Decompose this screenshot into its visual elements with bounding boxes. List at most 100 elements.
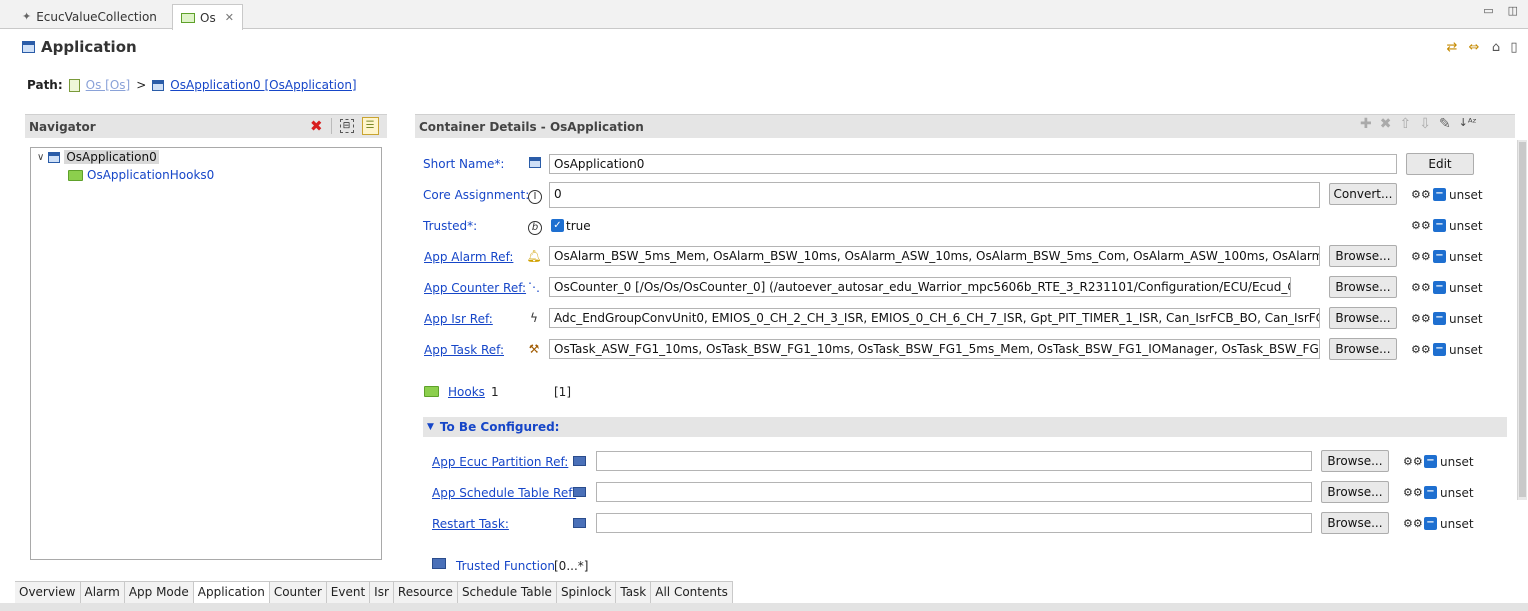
gears-icon[interactable]: ⚙⚙ — [1411, 218, 1431, 234]
link-icon[interactable]: ⇔ — [1466, 40, 1482, 56]
browse-button[interactable]: Browse... — [1321, 481, 1389, 503]
app-counter-ref-input[interactable]: OsCounter_0 [/Os/Os/OsCounter_0] (/autoe… — [549, 277, 1291, 297]
tab-spinlock[interactable]: Spinlock — [557, 582, 617, 603]
maximize-icon[interactable]: ◫ — [1508, 4, 1518, 17]
sync-icon[interactable]: ⇄ — [1444, 40, 1460, 56]
app-ecuc-partition-ref-input[interactable] — [596, 451, 1312, 471]
container-details-toolbar: ✚ ✖ ⇧ ⇩ ✎ ↓ᴬᶻ — [1360, 116, 1477, 132]
restart-task-input[interactable] — [596, 513, 1312, 533]
short-name-input[interactable]: OsApplication0 — [549, 154, 1397, 174]
app-task-ref-input[interactable]: OsTask_ASW_FG1_10ms, OsTask_BSW_FG1_10ms… — [549, 339, 1320, 359]
tab-isr[interactable]: Isr — [370, 582, 394, 603]
gears-icon[interactable]: ⚙⚙ — [1403, 485, 1423, 501]
path-label: Path: — [27, 78, 63, 92]
tab-ecuc-value-collection[interactable]: ✦ EcucValueCollection — [14, 4, 165, 29]
close-icon[interactable]: ✕ — [225, 11, 234, 24]
tab-app-mode[interactable]: App Mode — [125, 582, 194, 603]
tab-overview[interactable]: Overview — [15, 582, 81, 603]
container-details-header: Container Details - OsApplication — [415, 114, 1515, 138]
tab-schedule-table[interactable]: Schedule Table — [458, 582, 557, 603]
app-alarm-ref-input[interactable]: OsAlarm_BSW_5ms_Mem, OsAlarm_BSW_10ms, O… — [549, 246, 1320, 266]
toolbar-overflow-icon[interactable]: ▯ — [1510, 40, 1518, 56]
app-alarm-ref-label[interactable]: App Alarm Ref: — [424, 248, 513, 266]
browse-button[interactable]: Browse... — [1321, 512, 1389, 534]
gears-icon[interactable]: ⚙⚙ — [1411, 187, 1431, 203]
unset-toggle[interactable]: − — [1424, 455, 1437, 468]
home-icon[interactable]: ⌂ — [1488, 40, 1504, 56]
hooks-count: 1 — [491, 385, 499, 399]
browse-button[interactable]: Browse... — [1329, 245, 1397, 267]
browse-button[interactable]: Browse... — [1329, 307, 1397, 329]
navigator-tree — [30, 147, 382, 560]
to-be-configured-section[interactable]: ▼ To Be Configured: — [423, 417, 1507, 437]
gears-icon[interactable]: ⚙⚙ — [1403, 516, 1423, 532]
hooks-link[interactable]: Hooks — [448, 383, 485, 401]
delete-icon[interactable]: ✖ — [310, 117, 323, 135]
folder-link-icon — [571, 454, 587, 470]
scrollbar-thumb[interactable] — [1519, 142, 1526, 497]
unset-label: unset — [1449, 343, 1483, 357]
gears-icon[interactable]: ⚙⚙ — [1411, 342, 1431, 358]
edit-icon[interactable]: ✎ — [1439, 116, 1451, 132]
unset-label: unset — [1449, 188, 1483, 202]
unset-toggle[interactable]: − — [1433, 188, 1446, 201]
move-up-icon[interactable]: ⇧ — [1399, 116, 1411, 132]
move-down-icon[interactable]: ⇩ — [1419, 116, 1431, 132]
unset-toggle[interactable]: − — [1433, 281, 1446, 294]
convert-button[interactable]: Convert... — [1329, 183, 1397, 205]
container-details-title: Container Details - OsApplication — [419, 119, 644, 134]
edit-button[interactable]: Edit — [1406, 153, 1474, 175]
minimize-icon[interactable]: ▭ — [1483, 4, 1493, 17]
tree-item-os-application-hooks[interactable]: OsApplicationHooks0 — [68, 168, 214, 182]
triangle-down-icon[interactable]: ▼ — [427, 422, 434, 432]
collapse-all-icon[interactable]: ⊟ — [339, 119, 354, 133]
navigator-toolbar: ✖ ⊟ ☰ — [310, 117, 379, 135]
tab-resource[interactable]: Resource — [394, 582, 458, 603]
browse-button[interactable]: Browse... — [1321, 450, 1389, 472]
gears-icon[interactable]: ⚙⚙ — [1411, 280, 1431, 296]
tab-all-contents[interactable]: All Contents — [651, 582, 733, 603]
trusted-function-label[interactable]: Trusted Function — [456, 557, 555, 575]
gears-icon[interactable]: ⚙⚙ — [1403, 454, 1423, 470]
add-icon[interactable]: ✚ — [1360, 116, 1372, 132]
unset-toggle[interactable]: − — [1433, 312, 1446, 325]
unset-toggle[interactable]: − — [1433, 250, 1446, 263]
gears-icon[interactable]: ⚙⚙ — [1411, 311, 1431, 327]
tree-view-icon[interactable]: ☰ — [361, 117, 379, 135]
unset-toggle[interactable]: − — [1433, 343, 1446, 356]
unset-toggle[interactable]: − — [1424, 517, 1437, 530]
hooks-multiplicity: [1] — [554, 385, 571, 399]
browse-button[interactable]: Browse... — [1329, 276, 1397, 298]
app-isr-ref-input[interactable]: Adc_EndGroupConvUnit0, EMIOS_0_CH_2_CH_3… — [549, 308, 1320, 328]
trusted-value: true — [566, 219, 591, 233]
remove-icon[interactable]: ✖ — [1380, 116, 1392, 132]
breadcrumb-current-link[interactable]: OsApplication0 [OsApplication] — [170, 78, 356, 92]
sort-az-icon[interactable]: ↓ᴬᶻ — [1459, 116, 1477, 132]
app-counter-ref-label[interactable]: App Counter Ref: — [424, 279, 526, 297]
tab-os[interactable]: Os ✕ — [172, 4, 243, 30]
breadcrumb-root-link[interactable]: Os [Os] — [86, 78, 131, 92]
breadcrumb: Path: Os [Os] > OsApplication0 [OsApplic… — [27, 76, 357, 94]
app-task-ref-label[interactable]: App Task Ref: — [424, 341, 504, 359]
restart-task-label[interactable]: Restart Task: — [432, 515, 509, 533]
folder-link-icon — [571, 485, 587, 501]
unset-toggle[interactable]: − — [1424, 486, 1437, 499]
app-schedule-table-ref-label[interactable]: App Schedule Table Ref: — [432, 484, 576, 502]
core-assignment-input[interactable]: 0 — [549, 182, 1320, 208]
tab-event[interactable]: Event — [327, 582, 371, 603]
tab-application[interactable]: Application — [193, 582, 270, 603]
tree-item-label: OsApplication0 — [64, 150, 159, 164]
tree-item-os-application[interactable]: ∨ OsApplication0 — [37, 150, 159, 164]
separator — [330, 118, 332, 134]
app-isr-ref-label[interactable]: App Isr Ref: — [424, 310, 493, 328]
chevron-down-icon[interactable]: ∨ — [37, 152, 44, 163]
unset-toggle[interactable]: − — [1433, 219, 1446, 232]
app-schedule-table-ref-input[interactable] — [596, 482, 1312, 502]
app-ecuc-partition-ref-label[interactable]: App Ecuc Partition Ref: — [432, 453, 568, 471]
tab-task[interactable]: Task — [616, 582, 652, 603]
tab-counter[interactable]: Counter — [270, 582, 327, 603]
browse-button[interactable]: Browse... — [1329, 338, 1397, 360]
gears-icon[interactable]: ⚙⚙ — [1411, 249, 1431, 265]
tab-alarm[interactable]: Alarm — [81, 582, 125, 603]
trusted-checkbox[interactable]: ✓ — [551, 219, 564, 232]
